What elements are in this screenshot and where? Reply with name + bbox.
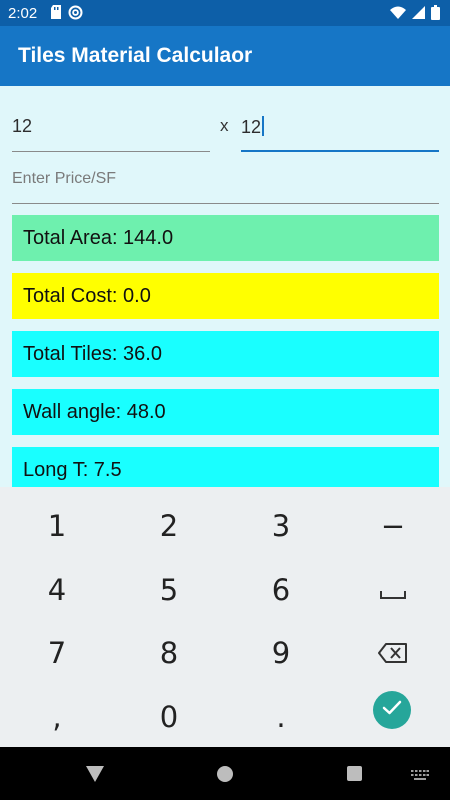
text-cursor <box>262 116 265 136</box>
wifi-icon <box>390 6 406 24</box>
key-6[interactable]: 6 <box>225 559 337 621</box>
length-input[interactable]: 12 <box>12 114 210 152</box>
width-input[interactable]: 12 <box>241 114 439 152</box>
times-label: x <box>220 116 229 135</box>
space-icon <box>380 573 406 607</box>
width-value-wrap: 12 <box>241 116 265 138</box>
total-area-result: Total Area: 144.0 <box>12 215 439 261</box>
at-sign-icon <box>68 5 83 25</box>
long-t-result: Long T: 7.5 <box>12 447 439 487</box>
key-9[interactable]: 9 <box>225 622 337 684</box>
width-value: 12 <box>241 117 262 137</box>
recents-square-icon[interactable] <box>347 766 362 786</box>
numeric-keyboard: 1 2 3 − 4 5 6 7 8 9 , 0 . <box>0 487 450 747</box>
price-placeholder: Enter Price/SF <box>12 170 117 187</box>
total-tiles-result: Total Tiles: 36.0 <box>12 331 439 377</box>
home-circle-icon[interactable] <box>217 766 233 787</box>
total-cost-result: Total Cost: 0.0 <box>12 273 439 319</box>
checkmark-icon <box>382 700 402 721</box>
app-title: Tiles Material Calculaor <box>18 44 253 67</box>
key-5[interactable]: 5 <box>113 559 225 621</box>
price-per-sf-input[interactable]: Enter Price/SF <box>12 166 439 204</box>
key-space[interactable] <box>337 559 449 621</box>
app-bar: Tiles Material Calculaor <box>0 26 450 86</box>
cell-signal-icon <box>412 6 425 24</box>
key-0[interactable]: 0 <box>113 686 225 748</box>
wall-angle-result: Wall angle: 48.0 <box>12 389 439 435</box>
key-1[interactable]: 1 <box>1 495 113 557</box>
done-button[interactable] <box>373 691 411 729</box>
key-2[interactable]: 2 <box>113 495 225 557</box>
battery-icon <box>431 5 440 25</box>
key-4[interactable]: 4 <box>1 559 113 621</box>
key-minus[interactable]: − <box>337 495 449 557</box>
navigation-bar <box>0 747 450 800</box>
key-7[interactable]: 7 <box>1 622 113 684</box>
key-comma[interactable]: , <box>1 686 113 748</box>
status-bar: 2:02 <box>0 0 450 26</box>
backspace-icon <box>378 636 408 670</box>
key-3[interactable]: 3 <box>225 495 337 557</box>
back-triangle-icon[interactable] <box>86 766 104 787</box>
key-period[interactable]: . <box>225 686 337 748</box>
status-time: 2:02 <box>8 5 38 22</box>
sd-card-icon <box>50 5 62 25</box>
length-value: 12 <box>12 116 33 136</box>
key-backspace[interactable] <box>337 622 449 684</box>
keyboard-grid-icon[interactable] <box>411 768 429 786</box>
key-8[interactable]: 8 <box>113 622 225 684</box>
